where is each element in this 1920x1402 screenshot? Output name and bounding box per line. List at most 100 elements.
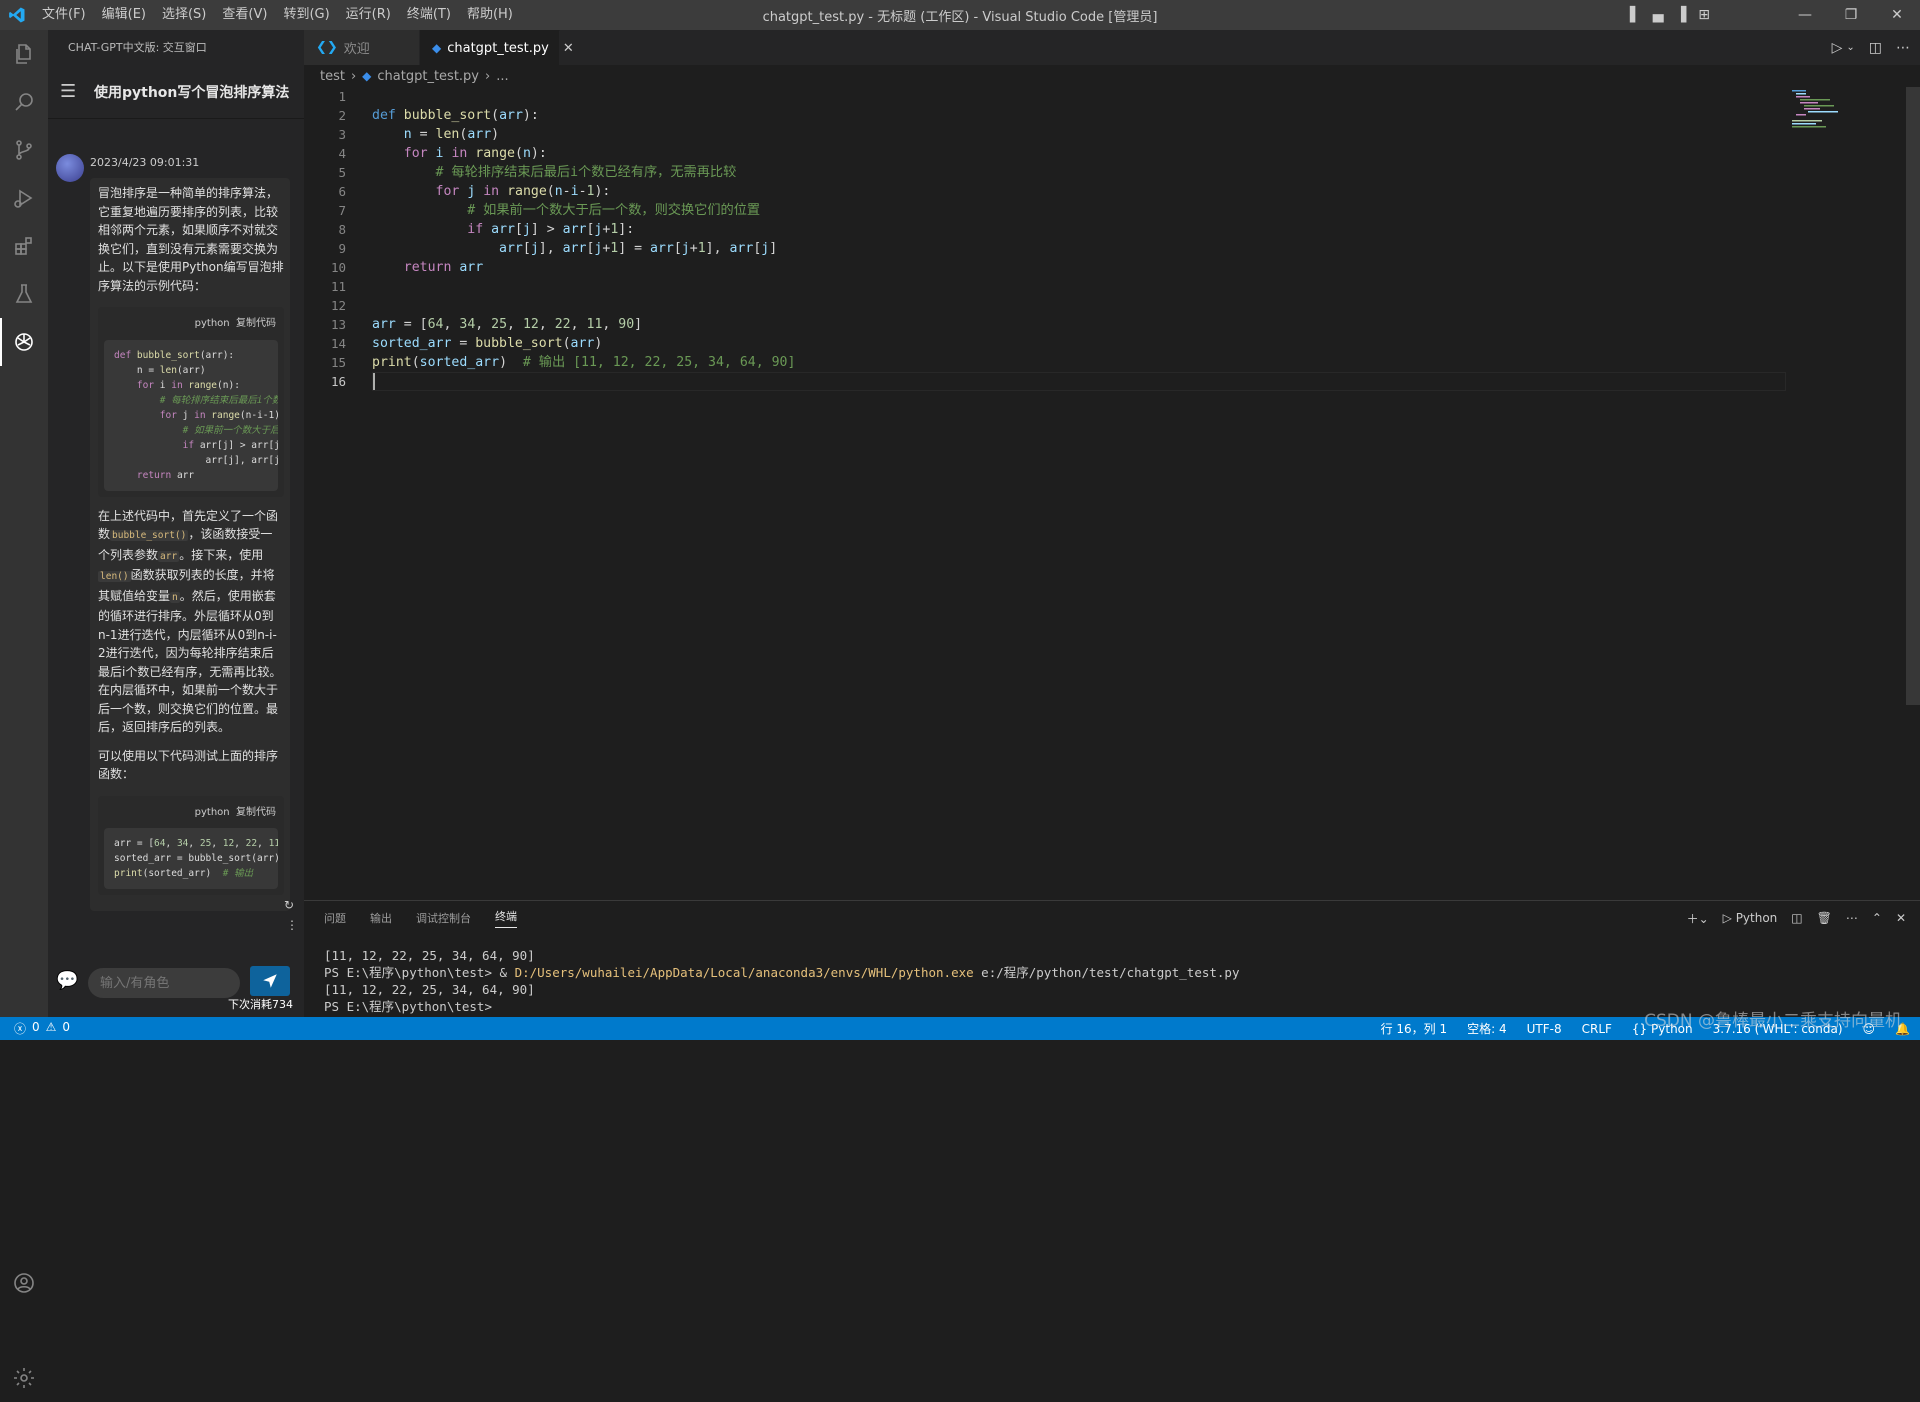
more-actions-icon[interactable]: ⋯ — [1846, 911, 1858, 925]
line-ending[interactable]: CRLF — [1582, 1022, 1612, 1036]
close-tab-icon[interactable]: ✕ — [563, 41, 574, 56]
close-window-icon[interactable]: ✕ — [1874, 0, 1920, 30]
toggle-secondary-sidebar-icon[interactable]: ▐ — [1675, 7, 1686, 23]
code-line: 10 return arr — [304, 258, 1920, 277]
code-line: 16 — [304, 372, 1920, 391]
menu-help[interactable]: 帮助(H) — [459, 0, 521, 30]
more-actions-icon[interactable]: ⋯ — [1896, 40, 1910, 56]
sidebar-header: CHAT-GPT中文版: 交互窗口 — [68, 41, 207, 54]
code-editor[interactable]: 1 2 def bubble_sort(arr): 3 n = len(arr) … — [304, 87, 1920, 391]
menu-edit[interactable]: 编辑(E) — [94, 0, 154, 30]
line-number: 15 — [330, 355, 346, 370]
toggle-panel-icon[interactable]: ▄ — [1653, 7, 1664, 23]
breadcrumb-symbols[interactable]: ... — [496, 69, 508, 84]
bottom-panel: 问题 输出 调试控制台 终端 ＋⌄ ▷ Python ◫ 🗑 ⋯ ⌃ ✕ [11… — [304, 900, 1920, 1017]
maximize-panel-icon[interactable]: ⌃ — [1872, 911, 1882, 925]
trash-icon[interactable]: 🗑 — [1817, 911, 1832, 925]
code-line: 11 — [304, 277, 1920, 296]
breadcrumb-file[interactable]: chatgpt_test.py — [377, 69, 479, 84]
editor-scrollbar[interactable] — [1906, 87, 1920, 705]
tab-terminal[interactable]: 终端 — [495, 908, 517, 928]
breadcrumb-folder[interactable]: test — [320, 69, 345, 84]
send-button[interactable] — [250, 966, 290, 996]
code-line: 8 if arr[j] > arr[j+1]: — [304, 220, 1920, 239]
menu-go[interactable]: 转到(G) — [275, 0, 337, 30]
tab-welcome-label: 欢迎 — [343, 42, 370, 57]
testing-icon[interactable] — [0, 270, 48, 318]
code-line: 13 arr = [64, 34, 25, 12, 22, 11, 90] — [304, 315, 1920, 334]
line-number: 4 — [338, 146, 346, 161]
tab-welcome[interactable]: ❮❯ 欢迎 — [304, 30, 420, 65]
menu-view[interactable]: 查看(V) — [214, 0, 275, 30]
shell-label: Python — [1735, 911, 1778, 925]
chat-input-bar: 💬 下次消耗734 — [48, 960, 304, 1011]
code-lang-label: python — [194, 318, 230, 329]
message-paragraph-2: 在上述代码中，首先定义了一个函数 bubble_sort() ，该函数接受一个列表参… — [98, 507, 284, 737]
inline-code-len: len() — [98, 571, 131, 582]
copy-code-button[interactable]: 复制代码 — [236, 318, 276, 329]
refresh-icon[interactable]: ↻ — [284, 898, 294, 912]
extensions-icon[interactable] — [0, 222, 48, 270]
indentation[interactable]: 空格: 4 — [1467, 1020, 1507, 1037]
chat-sidebar: CHAT-GPT中文版: 交互窗口 ☰ 使用python写个冒泡排序算法 202… — [48, 30, 304, 1017]
tab-problems[interactable]: 问题 — [324, 910, 346, 926]
account-icon[interactable] — [0, 1259, 48, 1307]
new-terminal-icon[interactable]: ＋⌄ — [1687, 910, 1709, 927]
terminal-command: D:/Users/wuhailei/AppData/Local/anaconda… — [514, 965, 974, 980]
code-line: 4 for i in range(n): — [304, 144, 1920, 163]
tab-debug-console[interactable]: 调试控制台 — [416, 910, 471, 926]
encoding[interactable]: UTF-8 — [1527, 1022, 1562, 1036]
status-bar: ⓧ 0 ⚠ 0 行 16，列 1 空格: 4 UTF-8 CRLF {} Pytho… — [0, 1017, 1920, 1040]
chevron-down-icon[interactable]: ⌄ — [1846, 42, 1854, 53]
error-icon: ⓧ — [14, 1022, 27, 1036]
run-debug-icon[interactable] — [0, 174, 48, 222]
chat-input[interactable] — [88, 968, 240, 998]
line-number: 1 — [338, 89, 346, 104]
minimap[interactable] — [1790, 88, 1850, 128]
warning-count: 0 — [62, 1020, 71, 1034]
problems-status[interactable]: ⓧ 0 ⚠ 0 — [0, 1020, 70, 1037]
source-control-icon[interactable] — [0, 126, 48, 174]
menu-file[interactable]: 文件(F) — [34, 0, 94, 30]
inline-code-n: n — [170, 591, 180, 603]
tab-chatgpt-test[interactable]: ◆ chatgpt_test.py ✕ — [420, 30, 574, 65]
settings-gear-icon[interactable] — [0, 1354, 48, 1402]
tab-output[interactable]: 输出 — [370, 910, 392, 926]
cursor-position[interactable]: 行 16，列 1 — [1381, 1020, 1448, 1037]
inline-code-arr: arr — [158, 550, 180, 562]
inline-code-bubble-sort: bubble_sort() — [110, 530, 189, 541]
more-vertical-icon[interactable]: ⋮ — [286, 918, 298, 932]
menu-terminal[interactable]: 终端(T) — [399, 0, 459, 30]
copy-code-button-2[interactable]: 复制代码 — [236, 807, 276, 818]
code-line: 12 — [304, 296, 1920, 315]
p2-text-e: 。然后，使用嵌套的循环进行排序。外层循环从0到n-1进行迭代，内层循环从0到n-… — [98, 588, 282, 735]
chatgpt-icon[interactable] — [0, 318, 48, 366]
menu-run[interactable]: 运行(R) — [338, 0, 399, 30]
search-icon[interactable] — [0, 78, 48, 126]
code-comment: # 每轮排序结束后最后i个数已经有序，无需再比较 — [435, 165, 737, 180]
menu-selection[interactable]: 选择(S) — [154, 0, 214, 30]
close-panel-icon[interactable]: ✕ — [1896, 911, 1906, 925]
error-count: 0 — [32, 1020, 40, 1034]
toggle-primary-sidebar-icon[interactable]: ▌ — [1630, 7, 1641, 23]
menu-hamburger-icon[interactable]: ☰ — [60, 81, 80, 102]
restore-icon[interactable]: ❐ — [1828, 0, 1874, 30]
code-line: 3 n = len(arr) — [304, 125, 1920, 144]
code-comment: # 输出 [11, 12, 22, 25, 34, 64, 90] — [522, 355, 796, 370]
message-paragraph-3: 可以使用以下代码测试上面的排序函数： — [98, 748, 279, 782]
chevron-right-icon: › — [485, 68, 491, 84]
terminal-output[interactable]: [11, 12, 22, 25, 34, 64, 90] PS E:\程序\pyt… — [304, 935, 1920, 1015]
terminal-icon: ▷ — [1722, 911, 1732, 925]
minimize-icon[interactable]: — — [1782, 0, 1828, 30]
code-line: 15 print(sorted_arr) # 输出 [11, 12, 22, 25… — [304, 353, 1920, 372]
terminal-line: [11, 12, 22, 25, 34, 64, 90] — [324, 982, 535, 997]
chat-bubble-icon[interactable]: 💬 — [56, 970, 78, 991]
explorer-icon[interactable] — [0, 30, 48, 78]
split-editor-icon[interactable]: ◫ — [1869, 40, 1882, 56]
customize-layout-icon[interactable]: ⊞ — [1698, 7, 1710, 23]
run-python-file-icon[interactable]: ▷ — [1832, 40, 1843, 56]
editor-tabs: ❮❯ 欢迎 ◆ chatgpt_test.py ✕ ▷ ⌄ ◫ ⋯ — [304, 30, 1920, 65]
line-number: 6 — [338, 184, 346, 199]
terminal-shell-selector[interactable]: ▷ Python — [1723, 911, 1778, 925]
split-terminal-icon[interactable]: ◫ — [1791, 911, 1802, 925]
